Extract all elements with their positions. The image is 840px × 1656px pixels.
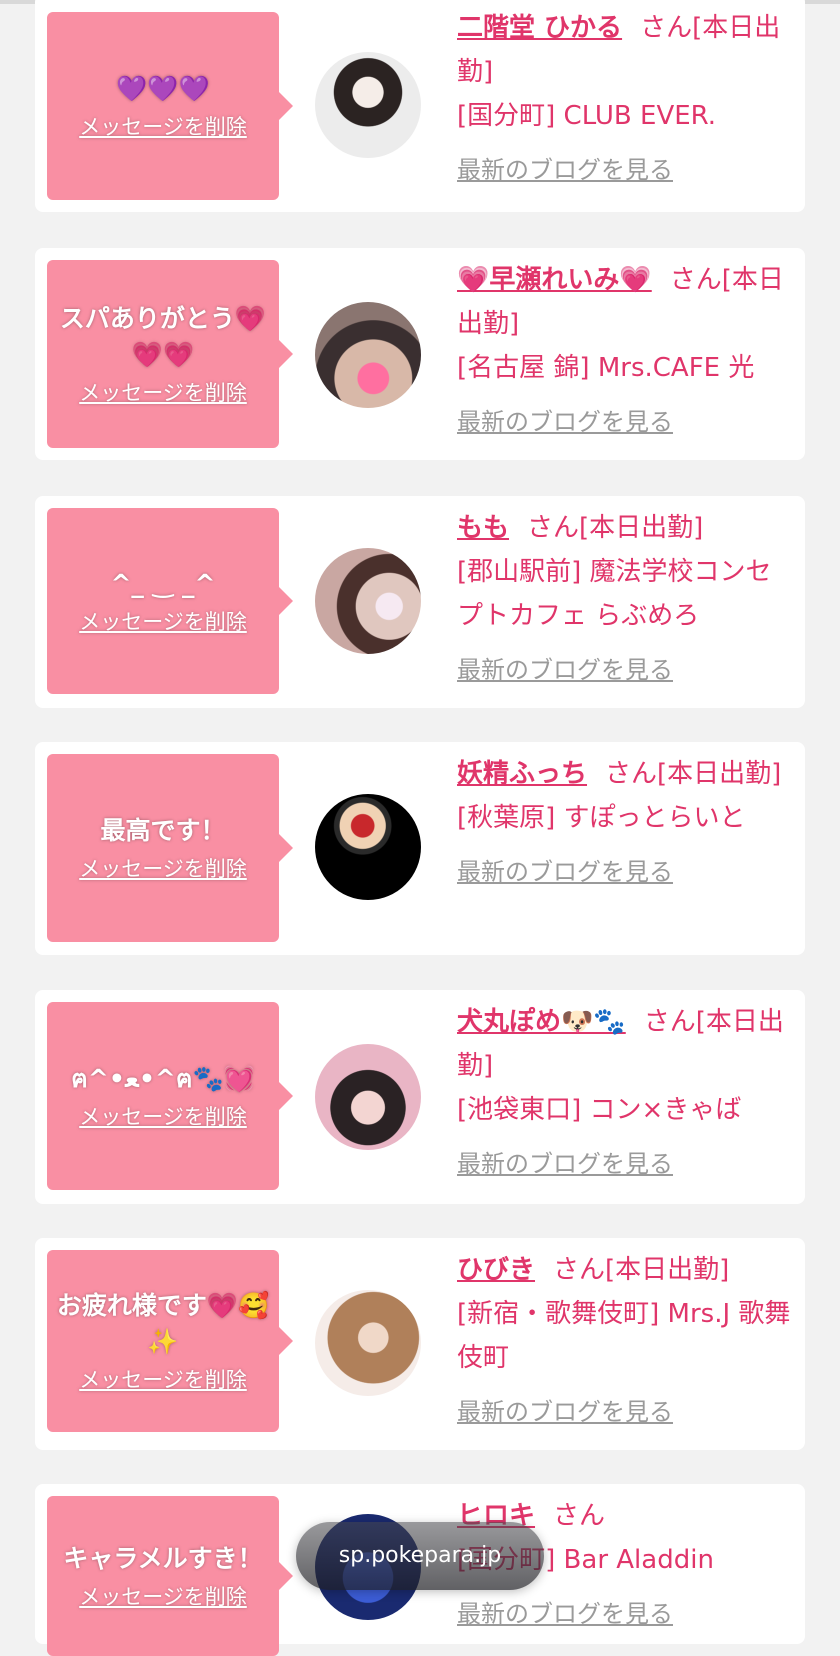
shop-text: [郡山駅前] 魔法学校コンセプトカフェ らぶめろ xyxy=(457,557,772,631)
card-info: ひびき さん[本日出勤] [新宿・歌舞伎町] Mrs.J 歌舞伎町 最新のブログを… xyxy=(457,1248,792,1434)
san-suffix: さん xyxy=(640,13,693,43)
message-card: お疲れ様です💗🥰✨ メッセージを削除 ひびき さん[本日出勤] [新宿・歌舞伎町]… xyxy=(35,1238,805,1450)
status-text: [本日出勤] xyxy=(579,513,704,543)
san-suffix: さん xyxy=(553,1501,606,1531)
latest-blog-link[interactable]: 最新のブログを見る xyxy=(457,850,673,894)
latest-blog-link[interactable]: 最新のブログを見る xyxy=(457,1592,673,1636)
san-suffix: さん xyxy=(527,513,580,543)
message-card: 💜💜💜 メッセージを削除 二階堂 ひかる さん[本日出勤] [国分町] CLUB … xyxy=(35,0,805,212)
girl-name-link[interactable]: 二階堂 ひかる xyxy=(457,13,622,43)
girl-name-link[interactable]: もも xyxy=(457,513,509,543)
girl-name-link[interactable]: 💗早瀬れいみ💗 xyxy=(457,265,652,295)
shop-text: [名古屋 錦] Mrs.CAFE 光 xyxy=(457,353,755,383)
message-bubble: お疲れ様です💗🥰✨ メッセージを削除 xyxy=(47,1250,293,1432)
girl-name-link[interactable]: 犬丸ぽめ🐶🐾 xyxy=(457,1007,626,1037)
message-bubble: ฅ^•ﻌ•^ฅ🐾💓 メッセージを削除 xyxy=(47,1002,293,1190)
delete-message-link[interactable]: メッセージを削除 xyxy=(79,377,247,407)
latest-blog-link[interactable]: 最新のブログを見る xyxy=(457,648,673,692)
message-bubble: ^_ ‿ _^ メッセージを削除 xyxy=(47,508,293,694)
latest-blog-link[interactable]: 最新のブログを見る xyxy=(457,148,673,192)
latest-blog-link[interactable]: 最新のブログを見る xyxy=(457,400,673,444)
message-text: ^_ ‿ _^ xyxy=(110,569,216,598)
girl-name-link[interactable]: 妖精ふっち xyxy=(457,759,587,789)
message-bubble: 最高です！ メッセージを削除 xyxy=(47,754,293,942)
message-text: キャラメルすき！ xyxy=(63,1544,263,1573)
delete-message-link[interactable]: メッセージを削除 xyxy=(79,1364,247,1394)
message-card: ฅ^•ﻌ•^ฅ🐾💓 メッセージを削除 犬丸ぽめ🐶🐾 さん[本日出勤] [池袋東口]… xyxy=(35,990,805,1204)
avatar[interactable] xyxy=(315,1044,421,1150)
message-text: 最高です！ xyxy=(100,816,226,845)
avatar[interactable] xyxy=(315,52,421,158)
avatar[interactable] xyxy=(315,1290,421,1396)
message-bubble: 💜💜💜 メッセージを削除 xyxy=(47,12,293,200)
san-suffix: さん xyxy=(669,265,722,295)
avatar[interactable] xyxy=(315,548,421,654)
card-info: 二階堂 ひかる さん[本日出勤] [国分町] CLUB EVER. 最新のブログを… xyxy=(457,6,792,192)
delete-message-link[interactable]: メッセージを削除 xyxy=(79,606,247,636)
delete-message-link[interactable]: メッセージを削除 xyxy=(79,1581,247,1611)
avatar[interactable] xyxy=(315,794,421,900)
delete-message-link[interactable]: メッセージを削除 xyxy=(79,853,247,883)
status-text: [本日出勤] xyxy=(657,759,782,789)
message-bubble: キャラメルすき！ メッセージを削除 xyxy=(47,1496,293,1656)
latest-blog-link[interactable]: 最新のブログを見る xyxy=(457,1390,673,1434)
message-card: ^_ ‿ _^ メッセージを削除 もも さん[本日出勤] [郡山駅前] 魔法学校コ… xyxy=(35,496,805,708)
delete-message-link[interactable]: メッセージを削除 xyxy=(79,111,247,141)
shop-text: [秋葉原] すぽっとらいと xyxy=(457,803,746,833)
card-info: もも さん[本日出勤] [郡山駅前] 魔法学校コンセプトカフェ らぶめろ 最新のブ… xyxy=(457,506,792,692)
shop-text: [池袋東口] コン×きゃば xyxy=(457,1095,742,1125)
message-text: スパありがとう💗💗💗 xyxy=(59,304,267,369)
message-bubble: スパありがとう💗💗💗 メッセージを削除 xyxy=(47,260,293,448)
card-info: 妖精ふっち さん[本日出勤] [秋葉原] すぽっとらいと 最新のブログを見る xyxy=(457,752,792,894)
shop-text: [国分町] CLUB EVER. xyxy=(457,101,717,131)
message-text: ฅ^•ﻌ•^ฅ🐾💓 xyxy=(71,1064,255,1093)
shop-text: [新宿・歌舞伎町] Mrs.J 歌舞伎町 xyxy=(457,1299,791,1373)
san-suffix: さん xyxy=(643,1007,696,1037)
san-suffix: さん xyxy=(605,759,658,789)
card-info: 💗早瀬れいみ💗 さん[本日出勤] [名古屋 錦] Mrs.CAFE 光 最新のブロ… xyxy=(457,258,792,444)
avatar[interactable] xyxy=(315,302,421,408)
san-suffix: さん xyxy=(553,1255,606,1285)
status-text: [本日出勤] xyxy=(605,1255,730,1285)
latest-blog-link[interactable]: 最新のブログを見る xyxy=(457,1142,673,1186)
girl-name-link[interactable]: ひびき xyxy=(457,1255,535,1285)
message-card: スパありがとう💗💗💗 メッセージを削除 💗早瀬れいみ💗 さん[本日出勤] [名古屋… xyxy=(35,248,805,460)
message-card: 最高です！ メッセージを削除 妖精ふっち さん[本日出勤] [秋葉原] すぽっとら… xyxy=(35,742,805,955)
message-text: 💜💜💜 xyxy=(116,74,210,103)
message-text: お疲れ様です💗🥰✨ xyxy=(56,1291,270,1356)
url-pill[interactable]: sp.pokepara.jp xyxy=(296,1522,544,1590)
card-info: 犬丸ぽめ🐶🐾 さん[本日出勤] [池袋東口] コン×きゃば 最新のブログを見る xyxy=(457,1000,792,1186)
delete-message-link[interactable]: メッセージを削除 xyxy=(79,1101,247,1131)
